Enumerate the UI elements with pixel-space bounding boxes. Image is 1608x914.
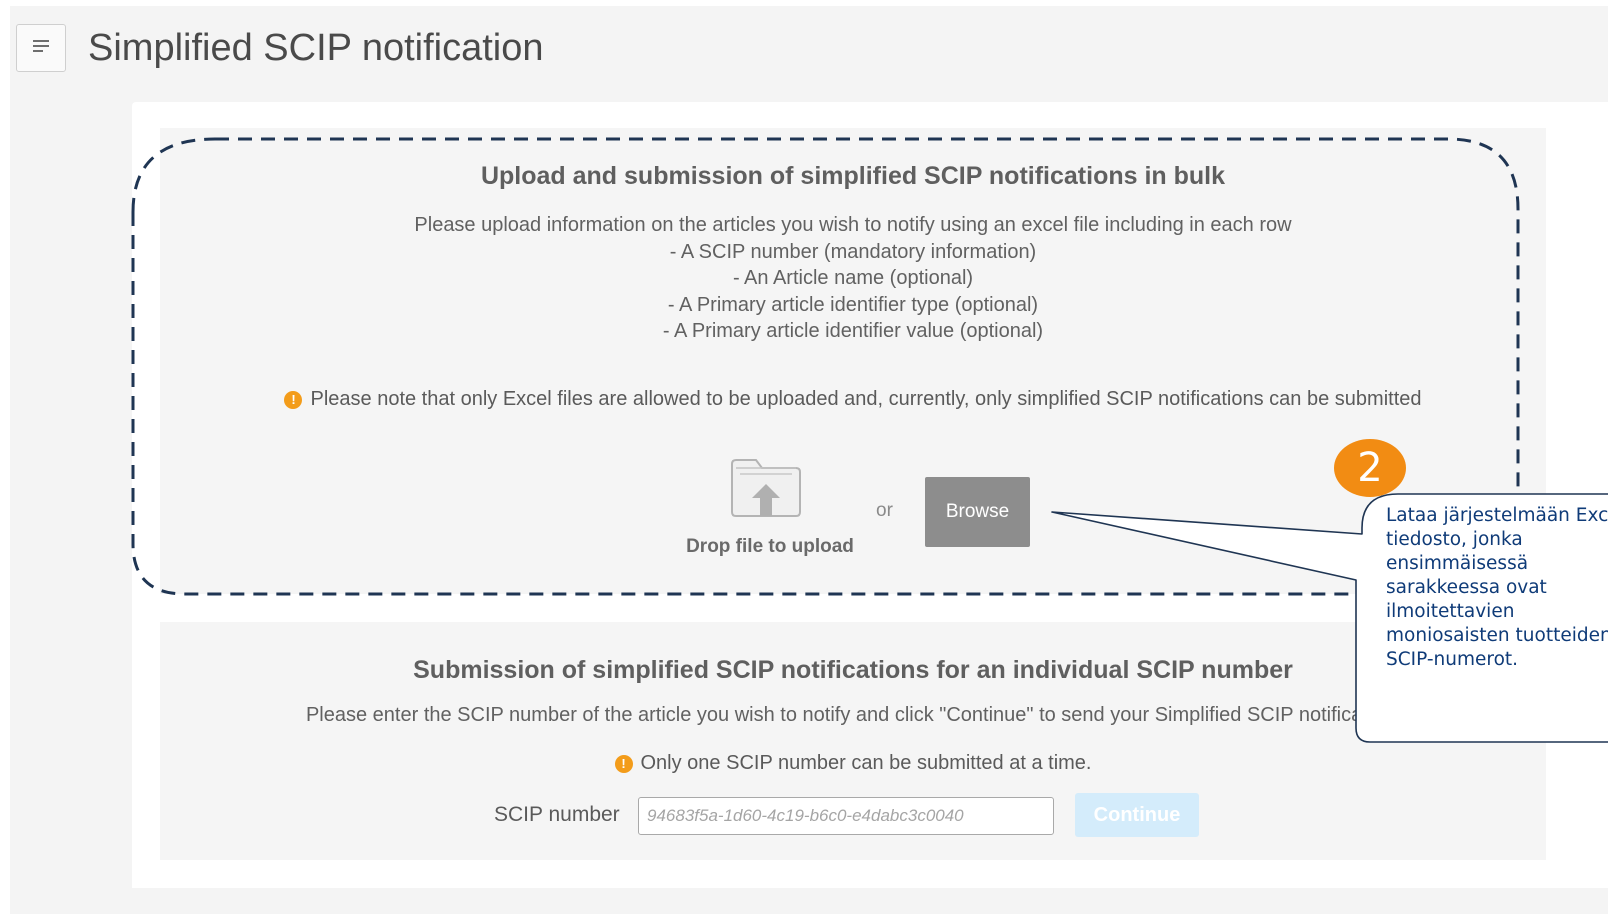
bulk-note: ! Please note that only Excel files are … xyxy=(160,388,1546,411)
individual-note-text: Only one SCIP number can be submitted at… xyxy=(640,752,1092,774)
callout-line: SCIP-numerot. xyxy=(1386,649,1519,670)
page-title: Simplified SCIP notification xyxy=(88,27,544,69)
browse-button[interactable]: Browse xyxy=(925,477,1030,547)
warning-icon: ! xyxy=(614,754,633,773)
bulk-instruction-line: - An Article name (optional) xyxy=(732,267,974,289)
bulk-note-text: Please note that only Excel files are al… xyxy=(310,388,1422,410)
scip-number-label: SCIP number xyxy=(494,803,620,826)
bulk-instructions: Please upload information on the article… xyxy=(160,212,1546,345)
callout-line: ilmoitettavien xyxy=(1386,601,1515,622)
folder-upload-icon xyxy=(731,459,801,517)
bulk-instruction-line: - A Primary article identifier value (op… xyxy=(662,320,1044,342)
step-number-badge: 2 xyxy=(1334,439,1406,497)
drop-file-label: Drop file to upload xyxy=(686,536,854,557)
menu-toggle-button[interactable] xyxy=(16,24,66,72)
bulk-instruction-line: - A SCIP number (mandatory information) xyxy=(669,240,1037,263)
scip-number-input[interactable] xyxy=(638,797,1054,835)
or-separator: or xyxy=(876,500,893,521)
callout-line: moniosaisten tuotteiden xyxy=(1386,625,1608,646)
callout-line: sarakkeessa ovat xyxy=(1386,577,1547,598)
individual-heading: Submission of simplified SCIP notificati… xyxy=(413,656,1293,684)
callout-line: Lataa järjestelmään Excel- xyxy=(1386,505,1608,526)
bulk-instruction-line: - A Primary article identifier type (opt… xyxy=(667,293,1039,316)
bulk-heading: Upload and submission of simplified SCIP… xyxy=(480,162,1226,190)
callout-line: tiedosto, jonka xyxy=(1386,529,1523,550)
individual-description: Please enter the SCIP number of the arti… xyxy=(305,704,1401,726)
menu-icon xyxy=(32,39,50,58)
file-drop-zone[interactable]: Drop file to upload xyxy=(686,452,854,572)
individual-note: ! Only one SCIP number can be submitted … xyxy=(160,752,1546,775)
callout-text: Lataa järjestelmään Excel- tiedosto, jon… xyxy=(1386,504,1608,672)
callout-line: ensimmäisessä xyxy=(1386,553,1529,574)
bulk-instruction-line: Please upload information on the article… xyxy=(414,214,1292,236)
continue-button[interactable]: Continue xyxy=(1075,793,1199,837)
warning-icon: ! xyxy=(284,390,303,409)
